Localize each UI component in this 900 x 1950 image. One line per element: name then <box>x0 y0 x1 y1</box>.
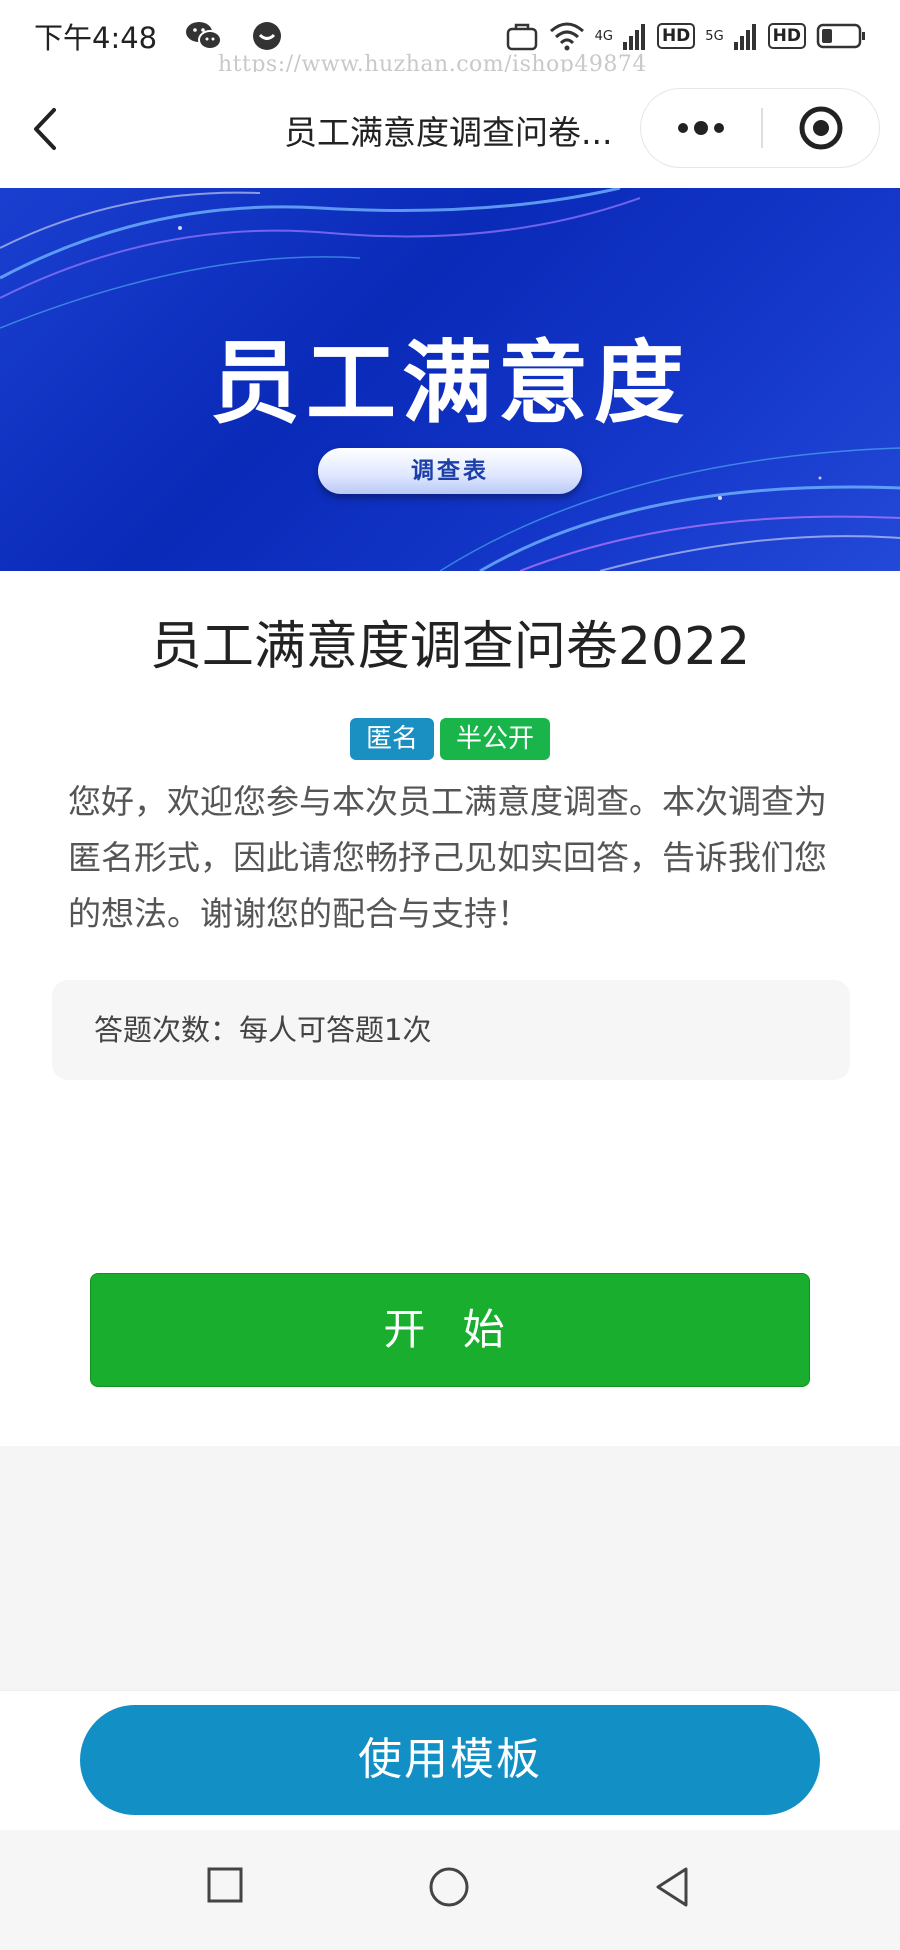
close-target-icon <box>799 106 843 150</box>
answer-limit-box: 答题次数：每人可答题1次 <box>52 980 850 1080</box>
survey-title: 员工满意度调查问卷2022 <box>149 617 751 677</box>
battery-icon <box>816 23 865 49</box>
tag-semi-public: 半公开 <box>440 718 551 760</box>
back-icon[interactable] <box>26 104 66 154</box>
wechat-icon <box>186 22 223 50</box>
hd-badge-2: HD <box>767 23 806 49</box>
network-5g-label: 5G <box>705 29 724 44</box>
nav-bar: 员工满意度调查问卷... <box>0 72 900 188</box>
signal-icon-2 <box>733 24 756 50</box>
close-button[interactable] <box>763 89 880 167</box>
status-time: 下午4:48 <box>34 21 158 55</box>
more-icon <box>678 121 724 135</box>
answer-limit-text: 答题次数：每人可答题1次 <box>94 1013 432 1047</box>
tag-anonymous: 匿名 <box>350 718 435 760</box>
survey-banner: 员工满意度 调查表 <box>0 188 900 571</box>
message-icon <box>253 22 282 50</box>
nav-title: 员工满意度调查问卷... <box>284 113 613 152</box>
start-button[interactable]: 开 始 <box>90 1273 810 1387</box>
bag-icon <box>506 23 537 51</box>
hd-badge: HD <box>656 23 696 49</box>
network-4g-label: 4G <box>594 29 613 44</box>
survey-intro: 您好，欢迎您参与本次员工满意度调查。本次调查为匿名形式，因此请您畅抒己见如实回答… <box>68 782 827 933</box>
spacer-area <box>0 1446 900 1690</box>
bottom-bar: 使用模板 <box>0 1690 900 1830</box>
mini-program-capsule <box>640 88 880 168</box>
status-right: 4G HD 5G HD <box>505 21 866 51</box>
banner-subtitle-pill: 调查表 <box>318 448 582 494</box>
banner-title: 员工满意度 <box>210 331 690 436</box>
status-left: 下午4:48 <box>34 15 283 57</box>
back-nav-icon[interactable] <box>652 1866 692 1908</box>
survey-tags: 匿名 半公开 <box>350 718 551 760</box>
system-navigation-bar <box>0 1830 900 1950</box>
wifi-icon <box>549 22 584 51</box>
more-button[interactable] <box>641 89 761 167</box>
home-icon[interactable] <box>428 1866 470 1908</box>
recent-apps-icon[interactable] <box>206 1866 244 1904</box>
signal-icon <box>622 24 645 50</box>
use-template-button[interactable]: 使用模板 <box>80 1705 820 1815</box>
